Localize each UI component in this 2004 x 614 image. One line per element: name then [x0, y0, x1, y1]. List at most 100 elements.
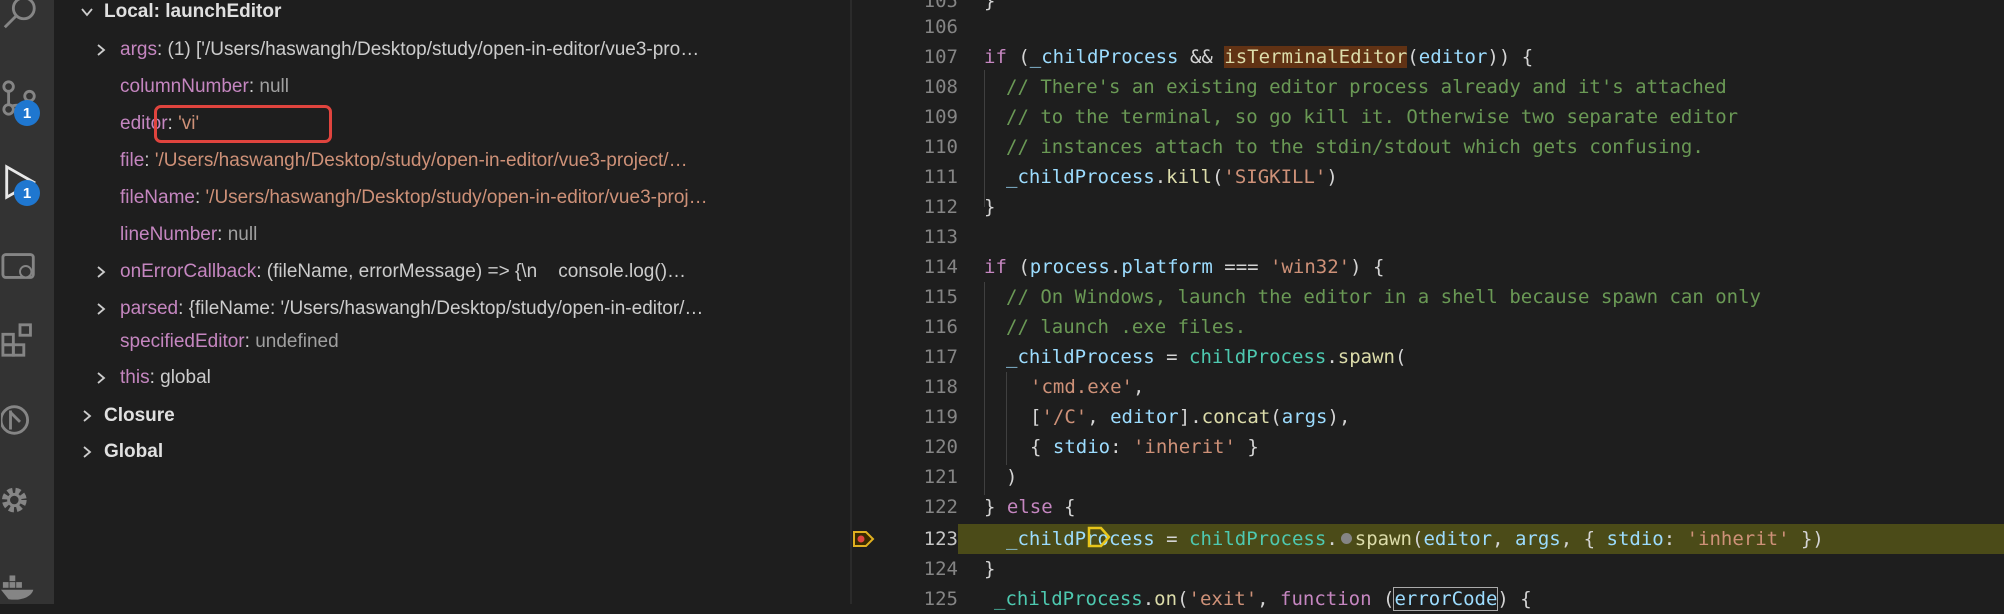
variable-name: args	[120, 39, 157, 60]
variable-name: specifiedEditor	[120, 331, 245, 352]
code-editor[interactable]: 105 106 107 108 109 110 111 112 113 114 115 116 117…	[852, 0, 2004, 611]
chevron-right-icon	[76, 441, 98, 463]
line-number: 113	[923, 226, 958, 248]
indent-guide	[1006, 372, 1007, 465]
run-debug-badge: 1	[14, 180, 40, 206]
variable-value: (fileName, errorMessage) => {\n console.…	[266, 261, 687, 282]
line-number: 122	[923, 496, 958, 518]
variable-row-lineNumber[interactable]: lineNumber: null	[90, 217, 850, 253]
scope-local[interactable]: Local: launchEditor	[76, 0, 850, 30]
settings-gear-icon[interactable]	[0, 478, 40, 522]
variable-value: '/Users/haswangh/Desktop/study/open-in-e…	[154, 150, 688, 171]
editor-variable-highlight-box	[154, 105, 332, 143]
search-icon[interactable]	[0, 0, 40, 36]
line-number: 121	[923, 466, 958, 488]
variable-separator: :	[149, 367, 161, 388]
line-number: 111	[923, 166, 958, 188]
indent-guide	[984, 282, 985, 495]
variable-name: lineNumber	[120, 224, 218, 245]
code-line-120: { stdio: 'inherit' }	[1030, 436, 1259, 458]
line-number: 109	[923, 106, 958, 128]
source-control-badge: 1	[14, 100, 40, 126]
code-line-121: )	[1006, 466, 1018, 488]
code-line-114: if (process.platform === 'win32') {	[984, 256, 1385, 278]
variable-separator: :	[248, 76, 260, 97]
variable-name: fileName	[120, 187, 195, 208]
indent-guide	[984, 70, 985, 207]
current-execution-arrow-icon	[1087, 526, 1111, 548]
variable-value: (1) ['/Users/haswangh/Desktop/study/open…	[167, 39, 700, 60]
inline-breakpoint-dot-icon[interactable]	[1340, 533, 1352, 544]
chevron-right-icon[interactable]	[90, 367, 112, 389]
line-number: 114	[923, 256, 958, 278]
code-line-110: // instances attach to the stdin/stdout …	[1006, 136, 1704, 158]
scope-local-label: Local: launchEditor	[104, 1, 282, 22]
variable-row-parsed[interactable]: parsed: {fileName: '/Users/haswangh/Desk…	[90, 291, 850, 327]
variable-value: null	[227, 224, 258, 245]
variable-separator: :	[178, 298, 189, 319]
line-number: 115	[923, 286, 958, 308]
code-line: }	[984, 0, 996, 12]
scope-closure[interactable]: Closure	[76, 398, 850, 434]
extensions-icon[interactable]	[0, 318, 40, 362]
chevron-right-icon[interactable]	[90, 39, 112, 61]
variable-name: parsed	[120, 298, 179, 319]
line-number: 106	[923, 16, 958, 38]
code-line-123-current: _childProcess = childProcess. spawn(edito…	[958, 524, 2004, 554]
chevron-right-icon[interactable]	[90, 261, 112, 283]
variable-row-args[interactable]: args: (1) ['/Users/haswangh/Desktop/stud…	[90, 32, 850, 68]
variable-row-fileName[interactable]: fileName: '/Users/haswangh/Desktop/study…	[90, 180, 850, 216]
line-number: 117	[923, 346, 958, 368]
variable-row-columnNumber[interactable]: columnNumber: null	[90, 69, 850, 105]
docker-icon[interactable]	[0, 562, 40, 606]
line-number: 123	[923, 528, 958, 550]
variable-value: null	[259, 76, 289, 97]
variable-value: undefined	[255, 331, 339, 352]
code-line-118: 'cmd.exe',	[1030, 376, 1145, 398]
code-line-111: _childProcess.kill('SIGKILL')	[1006, 166, 1338, 188]
line-number: 124	[923, 558, 958, 580]
variable-name: onErrorCallback	[120, 261, 257, 282]
line-number: 112	[923, 196, 958, 218]
line-number: 119	[923, 406, 958, 428]
variable-row-specifiedEditor[interactable]: specifiedEditor: undefined	[90, 324, 850, 360]
variable-row-file[interactable]: file: '/Users/haswangh/Desktop/study/ope…	[90, 143, 850, 179]
chevron-down-icon	[76, 1, 98, 23]
code-line-122: } else {	[984, 496, 1076, 518]
variable-separator: :	[156, 39, 168, 60]
remote-explorer-icon[interactable]	[0, 244, 40, 288]
variable-row-this[interactable]: this: global	[90, 360, 850, 396]
code-line-116: // launch .exe files.	[1006, 316, 1247, 338]
git-graph-icon[interactable]	[0, 398, 40, 442]
code-line-112: }	[984, 196, 996, 218]
variable-separator: :	[217, 224, 228, 245]
scope-global-label: Global	[104, 441, 164, 462]
variable-name: columnNumber	[120, 76, 249, 97]
breakpoint-stopped-icon[interactable]	[852, 529, 876, 549]
variable-separator: :	[256, 261, 267, 282]
code-area[interactable]: } if (_childProcess && isTerminalEditor(…	[958, 0, 2004, 611]
code-line-117: _childProcess = childProcess.spawn(	[1006, 346, 1407, 368]
chevron-right-icon[interactable]	[90, 298, 112, 320]
line-number: 108	[923, 76, 958, 98]
code-line-119: ['/C', editor].concat(args),	[1030, 406, 1351, 428]
activity-bar: 1 1	[0, 0, 54, 604]
variable-separator: :	[194, 187, 206, 208]
variable-name: this	[120, 367, 150, 388]
variable-row-onErrorCallback[interactable]: onErrorCallback: (fileName, errorMessage…	[90, 254, 850, 290]
code-line-115: // On Windows, launch the editor in a sh…	[1006, 286, 1761, 308]
variable-value: {fileName: '/Users/haswangh/Desktop/stud…	[188, 298, 704, 319]
scope-closure-label: Closure	[104, 405, 175, 426]
line-number-gutter: 105 106 107 108 109 110 111 112 113 114 115 116 117…	[852, 0, 958, 610]
line-number: 125	[923, 588, 958, 610]
code-line-125: _childProcess.on('exit', function (error…	[994, 587, 1532, 611]
scope-global[interactable]: Global	[76, 434, 850, 470]
chevron-right-icon	[76, 405, 98, 427]
line-number: 110	[923, 136, 958, 158]
line-number: 118	[923, 376, 958, 398]
